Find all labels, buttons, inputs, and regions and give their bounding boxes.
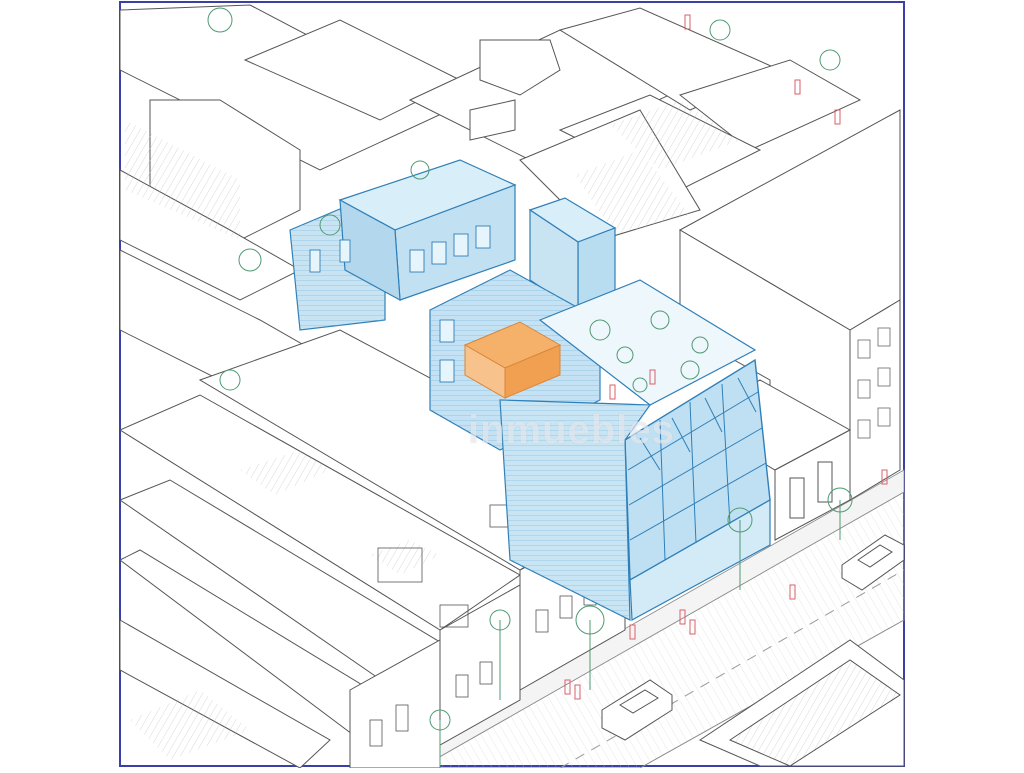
isometric-drawing: inmuebles: [0, 0, 1024, 769]
neighbor-right-facade: [849, 299, 901, 501]
window: [309, 249, 321, 273]
window: [431, 241, 447, 265]
axonometric-svg: [118, 1, 905, 769]
window: [475, 225, 491, 249]
window: [439, 319, 455, 343]
window: [439, 359, 455, 383]
window: [453, 233, 469, 257]
window: [409, 249, 425, 273]
window: [339, 239, 351, 263]
